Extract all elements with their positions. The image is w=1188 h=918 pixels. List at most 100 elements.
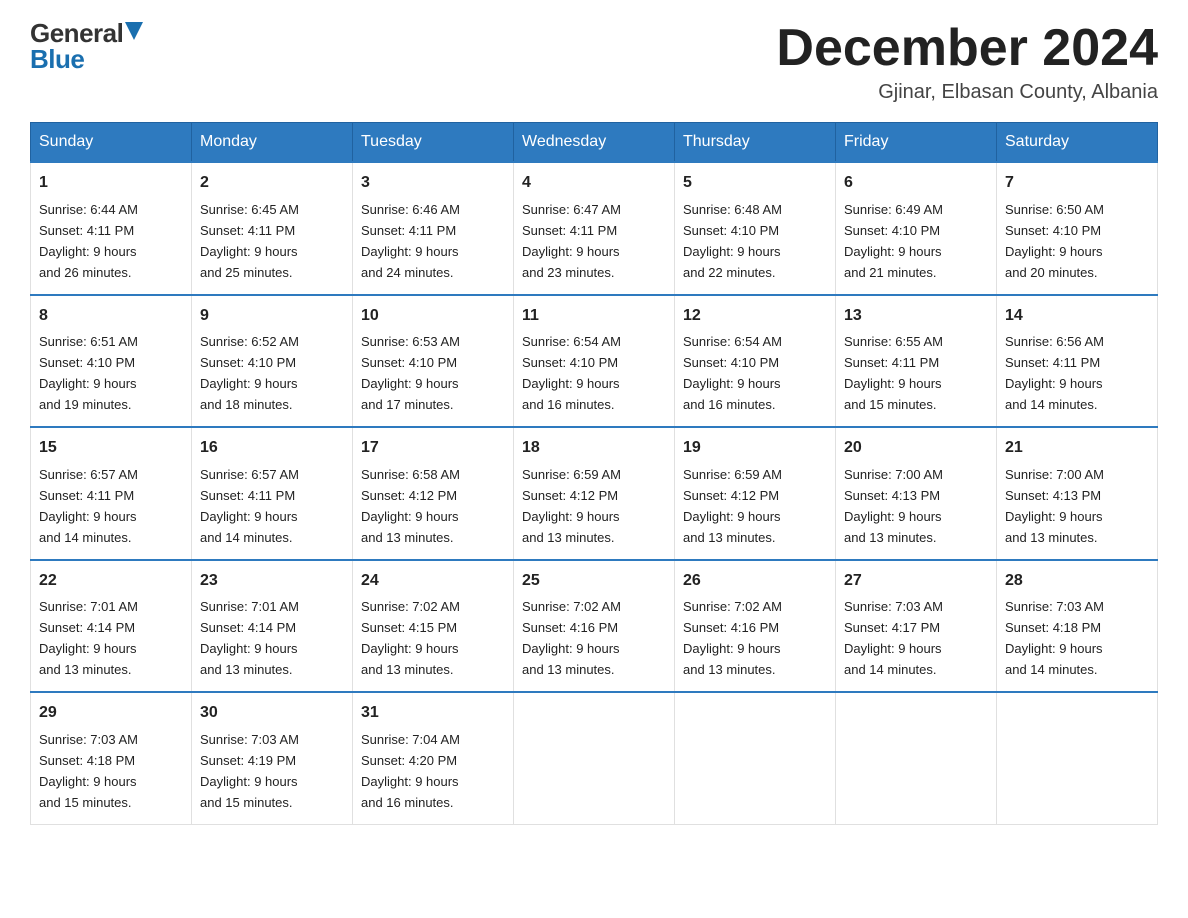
- calendar-day-cell: 7 Sunrise: 6:50 AMSunset: 4:10 PMDayligh…: [997, 162, 1158, 294]
- day-info: Sunrise: 6:54 AMSunset: 4:10 PMDaylight:…: [683, 334, 782, 412]
- day-info: Sunrise: 7:02 AMSunset: 4:15 PMDaylight:…: [361, 599, 460, 677]
- calendar-day-cell: 27 Sunrise: 7:03 AMSunset: 4:17 PMDaylig…: [836, 560, 997, 692]
- day-number: 21: [1005, 436, 1149, 461]
- day-number: 7: [1005, 171, 1149, 196]
- day-number: 15: [39, 436, 183, 461]
- calendar-day-cell: 19 Sunrise: 6:59 AMSunset: 4:12 PMDaylig…: [675, 427, 836, 559]
- day-info: Sunrise: 6:59 AMSunset: 4:12 PMDaylight:…: [683, 467, 782, 545]
- day-info: Sunrise: 6:53 AMSunset: 4:10 PMDaylight:…: [361, 334, 460, 412]
- day-info: Sunrise: 6:58 AMSunset: 4:12 PMDaylight:…: [361, 467, 460, 545]
- day-info: Sunrise: 7:00 AMSunset: 4:13 PMDaylight:…: [1005, 467, 1104, 545]
- logo: General Blue: [30, 20, 143, 73]
- day-number: 3: [361, 171, 505, 196]
- calendar-day-cell: 23 Sunrise: 7:01 AMSunset: 4:14 PMDaylig…: [192, 560, 353, 692]
- calendar-week-row: 8 Sunrise: 6:51 AMSunset: 4:10 PMDayligh…: [31, 295, 1158, 427]
- day-info: Sunrise: 7:03 AMSunset: 4:17 PMDaylight:…: [844, 599, 943, 677]
- calendar-day-cell: 14 Sunrise: 6:56 AMSunset: 4:11 PMDaylig…: [997, 295, 1158, 427]
- title-block: December 2024 Gjinar, Elbasan County, Al…: [776, 20, 1158, 104]
- calendar-day-cell: 8 Sunrise: 6:51 AMSunset: 4:10 PMDayligh…: [31, 295, 192, 427]
- weekday-header-wednesday: Wednesday: [514, 123, 675, 163]
- day-info: Sunrise: 6:52 AMSunset: 4:10 PMDaylight:…: [200, 334, 299, 412]
- calendar-day-cell: 30 Sunrise: 7:03 AMSunset: 4:19 PMDaylig…: [192, 692, 353, 824]
- calendar-day-cell: 3 Sunrise: 6:46 AMSunset: 4:11 PMDayligh…: [353, 162, 514, 294]
- day-number: 23: [200, 569, 344, 594]
- day-number: 18: [522, 436, 666, 461]
- calendar-day-cell: 5 Sunrise: 6:48 AMSunset: 4:10 PMDayligh…: [675, 162, 836, 294]
- calendar-header: SundayMondayTuesdayWednesdayThursdayFrid…: [31, 123, 1158, 163]
- calendar-day-cell: [836, 692, 997, 824]
- calendar-week-row: 29 Sunrise: 7:03 AMSunset: 4:18 PMDaylig…: [31, 692, 1158, 824]
- day-number: 5: [683, 171, 827, 196]
- calendar-day-cell: 26 Sunrise: 7:02 AMSunset: 4:16 PMDaylig…: [675, 560, 836, 692]
- calendar-day-cell: [514, 692, 675, 824]
- calendar-table: SundayMondayTuesdayWednesdayThursdayFrid…: [30, 122, 1158, 824]
- weekday-header-saturday: Saturday: [997, 123, 1158, 163]
- weekday-header-row: SundayMondayTuesdayWednesdayThursdayFrid…: [31, 123, 1158, 163]
- day-info: Sunrise: 7:01 AMSunset: 4:14 PMDaylight:…: [39, 599, 138, 677]
- calendar-week-row: 15 Sunrise: 6:57 AMSunset: 4:11 PMDaylig…: [31, 427, 1158, 559]
- day-info: Sunrise: 7:03 AMSunset: 4:18 PMDaylight:…: [1005, 599, 1104, 677]
- logo-general-text: General: [30, 20, 123, 46]
- calendar-day-cell: 21 Sunrise: 7:00 AMSunset: 4:13 PMDaylig…: [997, 427, 1158, 559]
- calendar-day-cell: [997, 692, 1158, 824]
- day-number: 11: [522, 304, 666, 329]
- day-info: Sunrise: 6:54 AMSunset: 4:10 PMDaylight:…: [522, 334, 621, 412]
- day-info: Sunrise: 6:47 AMSunset: 4:11 PMDaylight:…: [522, 202, 621, 280]
- day-number: 10: [361, 304, 505, 329]
- calendar-day-cell: 24 Sunrise: 7:02 AMSunset: 4:15 PMDaylig…: [353, 560, 514, 692]
- day-info: Sunrise: 6:48 AMSunset: 4:10 PMDaylight:…: [683, 202, 782, 280]
- day-info: Sunrise: 7:04 AMSunset: 4:20 PMDaylight:…: [361, 732, 460, 810]
- weekday-header-tuesday: Tuesday: [353, 123, 514, 163]
- day-number: 6: [844, 171, 988, 196]
- day-info: Sunrise: 7:00 AMSunset: 4:13 PMDaylight:…: [844, 467, 943, 545]
- day-number: 12: [683, 304, 827, 329]
- calendar-week-row: 22 Sunrise: 7:01 AMSunset: 4:14 PMDaylig…: [31, 560, 1158, 692]
- day-info: Sunrise: 6:49 AMSunset: 4:10 PMDaylight:…: [844, 202, 943, 280]
- calendar-day-cell: 6 Sunrise: 6:49 AMSunset: 4:10 PMDayligh…: [836, 162, 997, 294]
- calendar-day-cell: 16 Sunrise: 6:57 AMSunset: 4:11 PMDaylig…: [192, 427, 353, 559]
- calendar-day-cell: 28 Sunrise: 7:03 AMSunset: 4:18 PMDaylig…: [997, 560, 1158, 692]
- day-info: Sunrise: 7:01 AMSunset: 4:14 PMDaylight:…: [200, 599, 299, 677]
- day-number: 29: [39, 701, 183, 726]
- calendar-day-cell: 17 Sunrise: 6:58 AMSunset: 4:12 PMDaylig…: [353, 427, 514, 559]
- day-info: Sunrise: 6:55 AMSunset: 4:11 PMDaylight:…: [844, 334, 943, 412]
- day-number: 2: [200, 171, 344, 196]
- day-info: Sunrise: 6:46 AMSunset: 4:11 PMDaylight:…: [361, 202, 460, 280]
- day-info: Sunrise: 6:44 AMSunset: 4:11 PMDaylight:…: [39, 202, 138, 280]
- day-number: 9: [200, 304, 344, 329]
- calendar-day-cell: 11 Sunrise: 6:54 AMSunset: 4:10 PMDaylig…: [514, 295, 675, 427]
- day-info: Sunrise: 7:02 AMSunset: 4:16 PMDaylight:…: [683, 599, 782, 677]
- calendar-day-cell: 1 Sunrise: 6:44 AMSunset: 4:11 PMDayligh…: [31, 162, 192, 294]
- calendar-day-cell: 12 Sunrise: 6:54 AMSunset: 4:10 PMDaylig…: [675, 295, 836, 427]
- calendar-day-cell: 2 Sunrise: 6:45 AMSunset: 4:11 PMDayligh…: [192, 162, 353, 294]
- day-info: Sunrise: 6:56 AMSunset: 4:11 PMDaylight:…: [1005, 334, 1104, 412]
- day-number: 19: [683, 436, 827, 461]
- calendar-day-cell: 31 Sunrise: 7:04 AMSunset: 4:20 PMDaylig…: [353, 692, 514, 824]
- calendar-day-cell: 25 Sunrise: 7:02 AMSunset: 4:16 PMDaylig…: [514, 560, 675, 692]
- calendar-day-cell: 9 Sunrise: 6:52 AMSunset: 4:10 PMDayligh…: [192, 295, 353, 427]
- day-number: 20: [844, 436, 988, 461]
- day-number: 26: [683, 569, 827, 594]
- day-info: Sunrise: 7:03 AMSunset: 4:18 PMDaylight:…: [39, 732, 138, 810]
- day-info: Sunrise: 7:02 AMSunset: 4:16 PMDaylight:…: [522, 599, 621, 677]
- month-title: December 2024: [776, 20, 1158, 77]
- day-number: 4: [522, 171, 666, 196]
- day-number: 31: [361, 701, 505, 726]
- logo-arrow-icon: [125, 22, 143, 40]
- day-info: Sunrise: 6:57 AMSunset: 4:11 PMDaylight:…: [39, 467, 138, 545]
- calendar-day-cell: 18 Sunrise: 6:59 AMSunset: 4:12 PMDaylig…: [514, 427, 675, 559]
- calendar-day-cell: 13 Sunrise: 6:55 AMSunset: 4:11 PMDaylig…: [836, 295, 997, 427]
- location-text: Gjinar, Elbasan County, Albania: [776, 81, 1158, 104]
- day-info: Sunrise: 6:51 AMSunset: 4:10 PMDaylight:…: [39, 334, 138, 412]
- day-number: 24: [361, 569, 505, 594]
- weekday-header-thursday: Thursday: [675, 123, 836, 163]
- calendar-day-cell: 29 Sunrise: 7:03 AMSunset: 4:18 PMDaylig…: [31, 692, 192, 824]
- day-info: Sunrise: 6:45 AMSunset: 4:11 PMDaylight:…: [200, 202, 299, 280]
- weekday-header-friday: Friday: [836, 123, 997, 163]
- day-info: Sunrise: 6:57 AMSunset: 4:11 PMDaylight:…: [200, 467, 299, 545]
- day-number: 14: [1005, 304, 1149, 329]
- day-number: 1: [39, 171, 183, 196]
- day-number: 25: [522, 569, 666, 594]
- weekday-header-monday: Monday: [192, 123, 353, 163]
- calendar-week-row: 1 Sunrise: 6:44 AMSunset: 4:11 PMDayligh…: [31, 162, 1158, 294]
